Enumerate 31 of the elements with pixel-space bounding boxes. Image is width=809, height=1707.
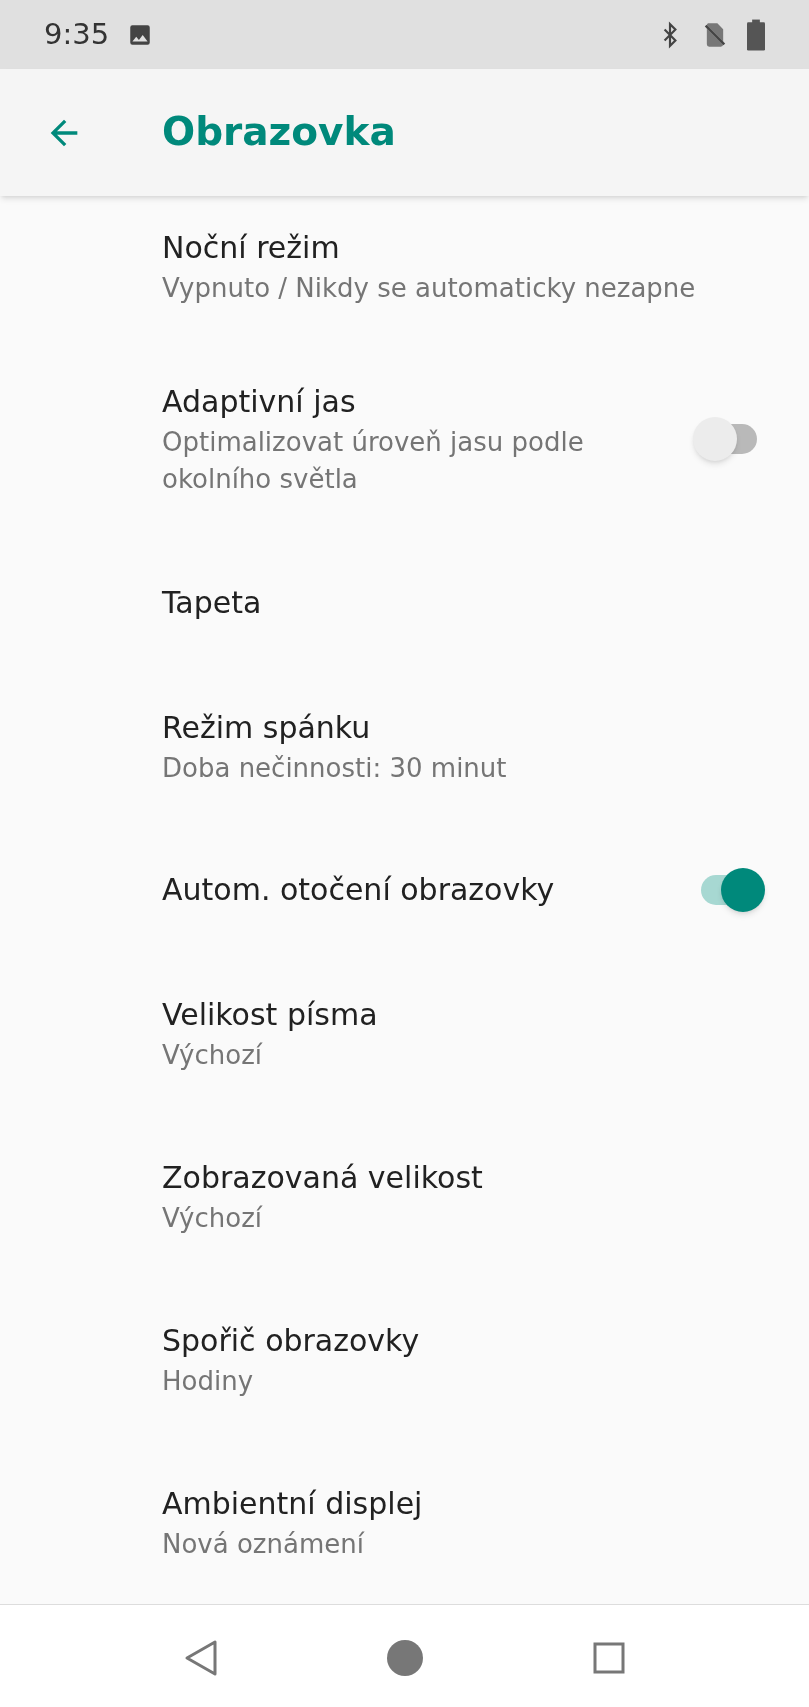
setting-summary: Vypnuto / Nikdy se automaticky nezapne (162, 271, 697, 305)
setting-summary: Hodiny (162, 1365, 255, 1398)
settings-item[interactable]: Tapeta (0, 541, 809, 665)
back-icon[interactable] (184, 1638, 219, 1677)
setting-title: Zobrazovaná velikost (162, 1159, 484, 1197)
setting-title: Ambientní displej (162, 1485, 424, 1523)
overview-icon[interactable] (592, 1641, 625, 1674)
settings-item[interactable]: Autom. otočení obrazovky (0, 828, 809, 952)
home-icon[interactable] (386, 1638, 425, 1677)
setting-title: Režim spánku (162, 709, 372, 747)
setting-summary: Výchozí (162, 1202, 264, 1235)
settings-item[interactable]: Zobrazovaná velikost Výchozí (0, 1115, 809, 1278)
setting-title: Tapeta (162, 584, 263, 622)
setting-title: Autom. otočení obrazovky (162, 871, 556, 909)
setting-title: Noční režim (162, 228, 341, 267)
setting-title: Velikost písma (162, 996, 379, 1034)
settings-item[interactable]: Režim spánku Doba nečinnosti: 30 minut (0, 665, 809, 828)
settings-item[interactable]: Noční režim Vypnuto / Nikdy se automaticky nezapne (0, 196, 809, 336)
setting-summary: Nová oznámení (162, 1528, 366, 1561)
setting-title: Spořič obrazovky (162, 1322, 421, 1360)
settings-item[interactable]: Spořič obrazovky Hodiny (0, 1278, 809, 1441)
setting-summary: Doba nečinnosti: 30 minut (162, 752, 508, 785)
setting-summary: Optimalizovat úroveň jasu podle okolního světla (162, 425, 585, 496)
screen-title: Obrazovka (162, 108, 396, 157)
settings-item[interactable]: Ambientní displej Nová oznámení (0, 1441, 809, 1604)
battery-icon (747, 18, 765, 51)
settings-item[interactable]: Adaptivní jas Optimalizovat úroveň jasu podle okolního světla (0, 336, 809, 541)
setting-title: Adaptivní jas (162, 382, 357, 421)
setting-summary: Výchozí (162, 1039, 264, 1072)
settings-item[interactable]: Velikost písma Výchozí (0, 952, 809, 1115)
status-time: 9:35 (44, 15, 110, 53)
